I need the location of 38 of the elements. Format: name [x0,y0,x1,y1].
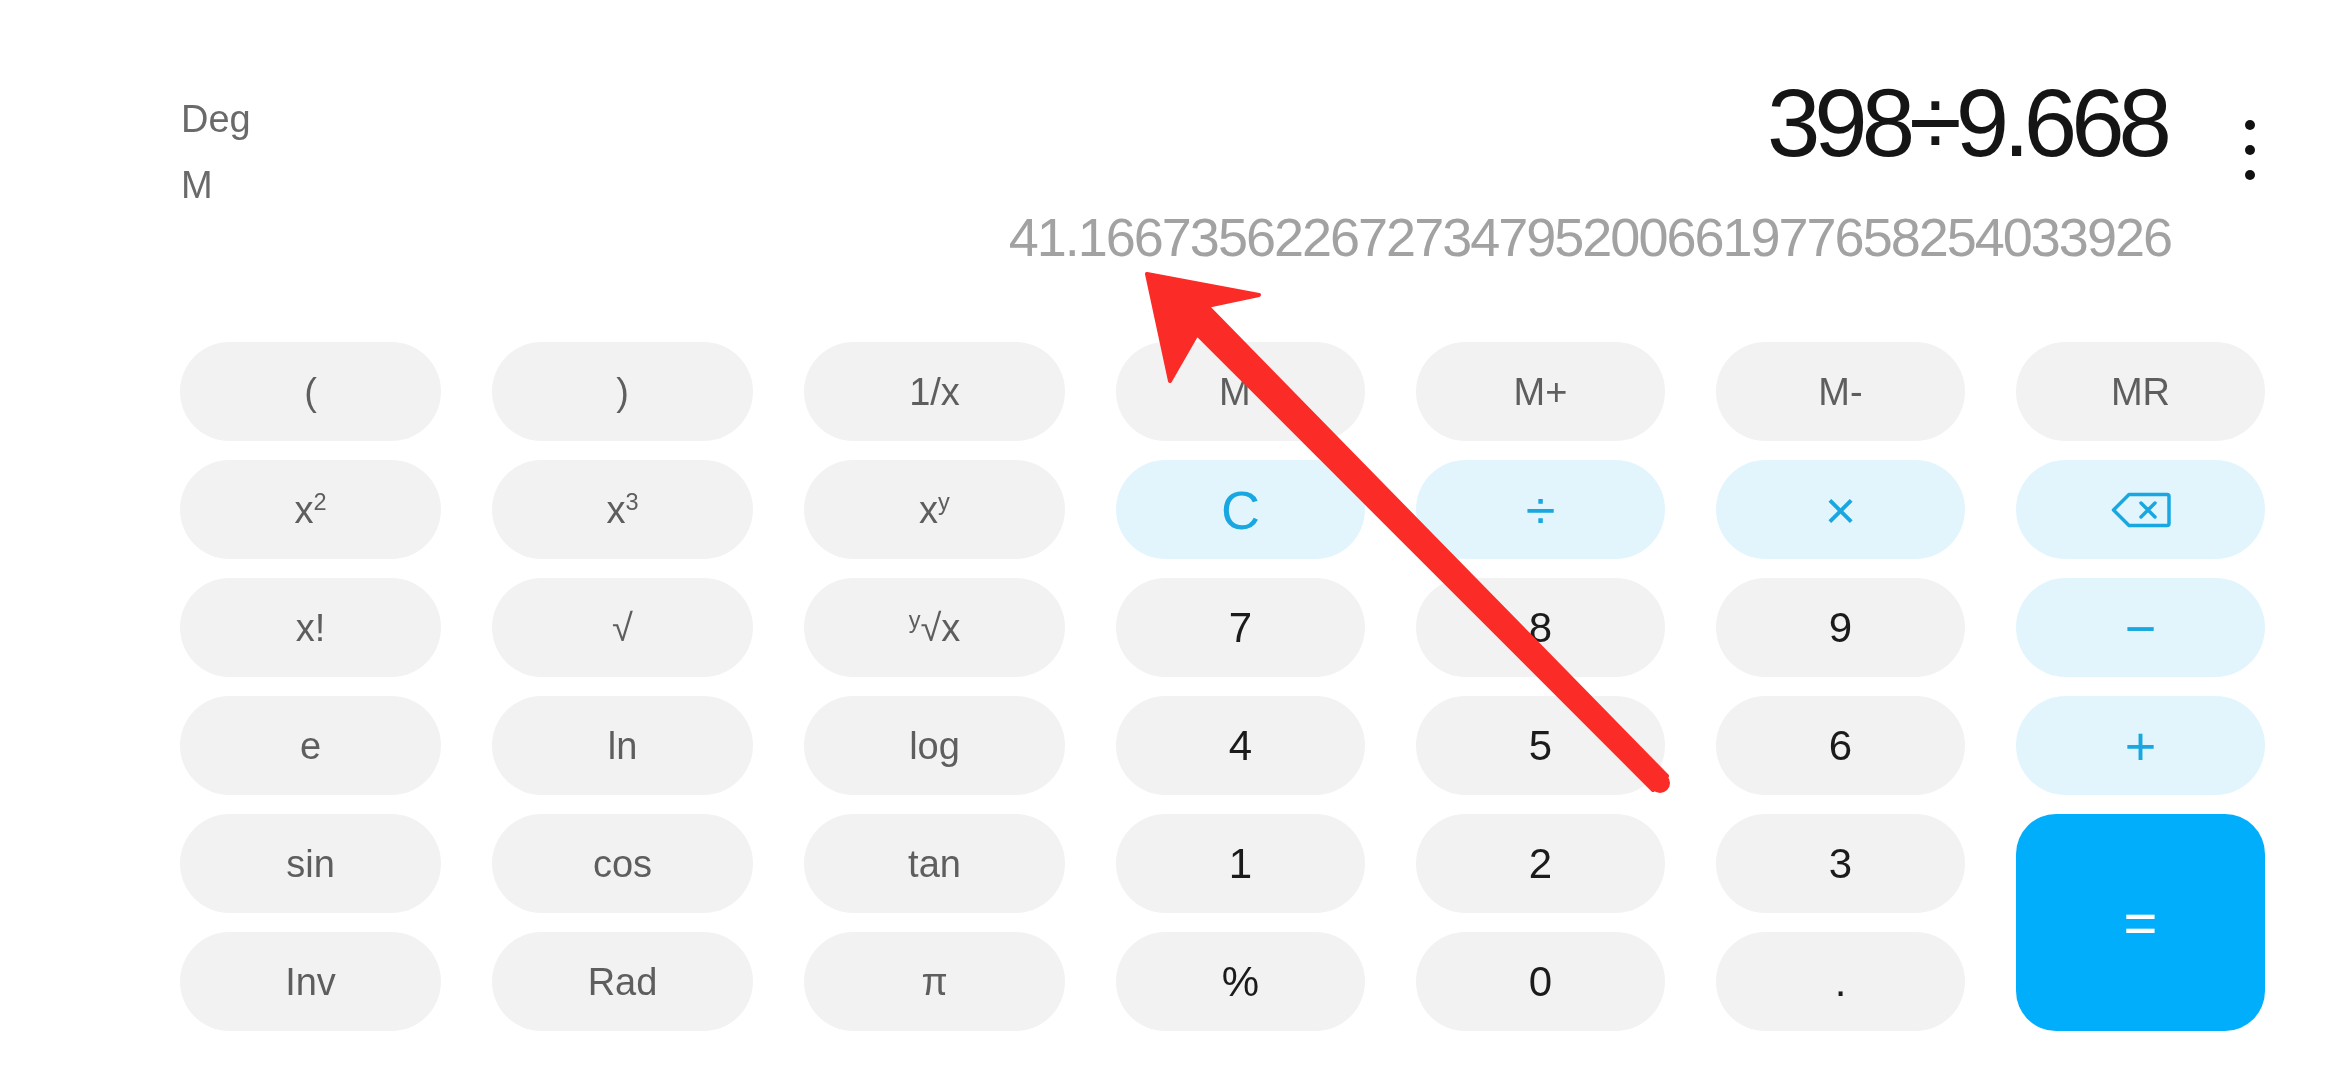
function-key[interactable]: Inv [180,932,441,1031]
function-key[interactable]: ( [180,342,441,441]
backspace-icon [2110,491,2171,528]
digit-key[interactable]: 1 [1116,814,1365,913]
result-text: 41.166735622672734795200661977658254033926 [1008,206,2171,268]
function-key[interactable]: ln [492,696,753,795]
function-key[interactable]: 1/x [804,342,1065,441]
digit-key[interactable]: 3 [1716,814,1965,913]
digit-key[interactable]: 6 [1716,696,1965,795]
expression-text: 398÷9.668 [1766,68,2168,178]
digit-key[interactable]: 9 [1716,578,1965,677]
function-key[interactable]: $^{y}$√x [804,578,1065,677]
function-key[interactable]: √ [492,578,753,677]
more-vertical-icon [2245,120,2255,180]
function-key[interactable]: tan [804,814,1065,913]
function-key[interactable]: x! [180,578,441,677]
function-key[interactable]: ) [492,342,753,441]
digit-key[interactable]: 2 [1416,814,1665,913]
digit-key[interactable]: 4 [1116,696,1365,795]
digit-key[interactable]: . [1716,932,1965,1031]
memory-key[interactable]: MR [2016,342,2265,441]
function-key[interactable]: log [804,696,1065,795]
memory-indicator: M [181,163,213,207]
digit-key[interactable]: % [1116,932,1365,1031]
function-key[interactable]: π [804,932,1065,1031]
function-key[interactable]: x$^{2}$ [180,460,441,559]
digit-key[interactable]: 0 [1416,932,1665,1031]
function-key[interactable]: sin [180,814,441,913]
digit-key[interactable]: 7 [1116,578,1365,677]
function-key[interactable]: x$^{y}$ [804,460,1065,559]
function-key[interactable]: Rad [492,932,753,1031]
function-key[interactable]: cos [492,814,753,913]
more-options-button[interactable] [2245,120,2255,180]
angle-mode-label: Deg [181,97,251,141]
function-key[interactable]: x$^{3}$ [492,460,753,559]
memory-key[interactable]: M+ [1416,342,1665,441]
function-key[interactable]: e [180,696,441,795]
memory-key[interactable]: M- [1716,342,1965,441]
